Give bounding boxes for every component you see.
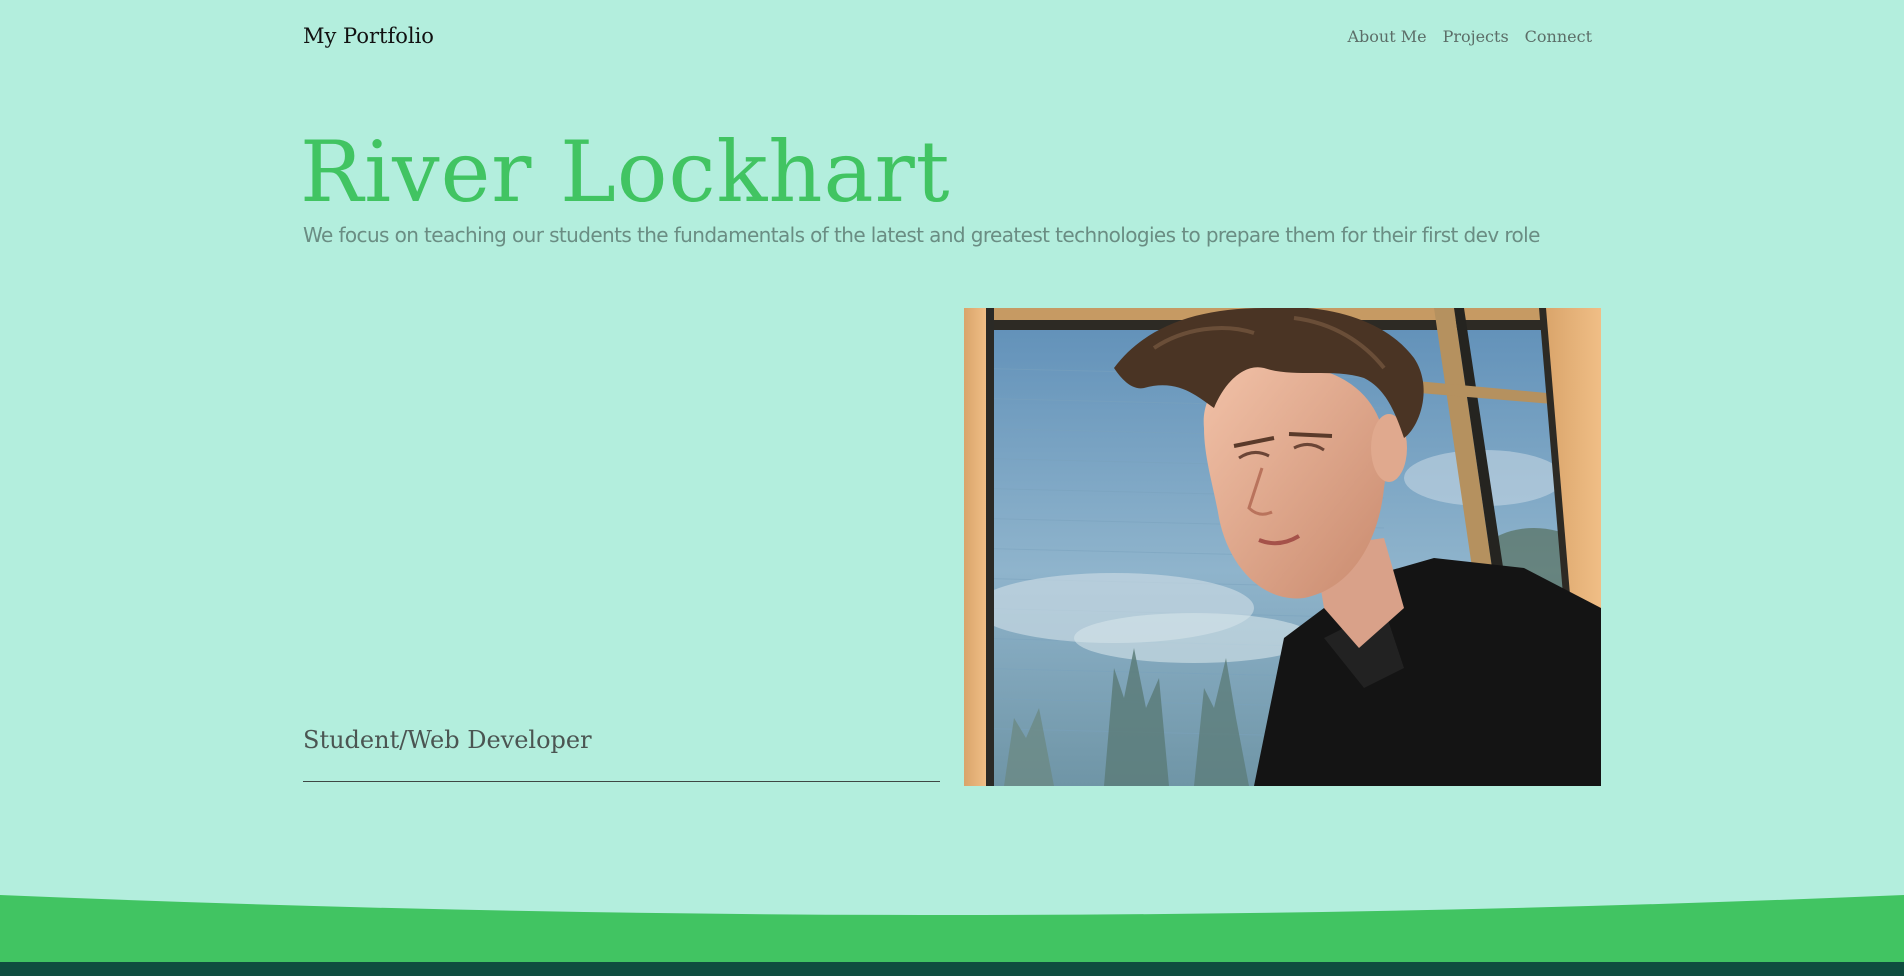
- profile-photo: [964, 308, 1601, 786]
- hero-subtitle: We focus on teaching our students the fu…: [303, 223, 1540, 247]
- nav-links: About Me Projects Connect: [1347, 27, 1592, 46]
- nav-link-about[interactable]: About Me: [1347, 27, 1426, 46]
- hero-title: River Lockhart: [300, 123, 951, 221]
- top-nav: My Portfolio About Me Projects Connect: [303, 20, 1600, 52]
- brand-link[interactable]: My Portfolio: [303, 24, 434, 48]
- footer-bar: [0, 962, 1904, 976]
- nav-link-projects[interactable]: Projects: [1443, 27, 1509, 46]
- page: My Portfolio About Me Projects Connect R…: [0, 0, 1904, 976]
- nav-link-connect[interactable]: Connect: [1525, 27, 1592, 46]
- role-title: Student/Web Developer: [303, 726, 592, 754]
- role-divider: [303, 781, 940, 782]
